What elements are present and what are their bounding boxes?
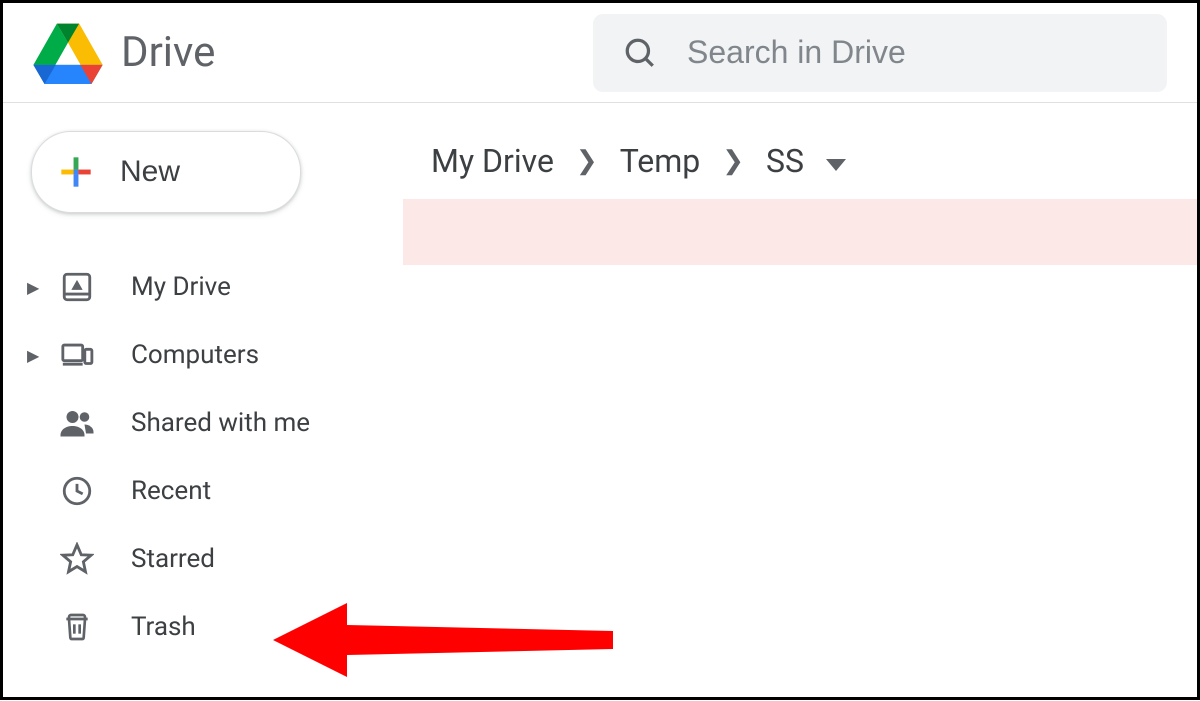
content: New ▶ My Drive ▶ <box>3 103 1197 697</box>
drive-logo-icon <box>33 22 103 84</box>
expand-arrow-icon[interactable]: ▶ <box>27 278 45 297</box>
nav-list: ▶ My Drive ▶ <box>21 253 385 661</box>
breadcrumb-item-current[interactable]: SS <box>766 142 804 180</box>
new-button[interactable]: New <box>31 131 301 213</box>
sidebar-item-starred[interactable]: Starred <box>21 525 385 593</box>
chevron-right-icon: ❯ <box>576 146 598 176</box>
sidebar-item-trash[interactable]: Trash <box>21 593 385 661</box>
header: Drive <box>3 3 1197 103</box>
app-title: Drive <box>121 28 215 77</box>
star-icon <box>59 541 95 577</box>
recent-icon <box>59 473 95 509</box>
breadcrumb-item-root[interactable]: My Drive <box>431 142 554 180</box>
sidebar-item-my-drive[interactable]: ▶ My Drive <box>21 253 385 321</box>
nav-label: Trash <box>131 612 196 642</box>
chevron-right-icon: ❯ <box>722 146 744 176</box>
sidebar-item-recent[interactable]: Recent <box>21 457 385 525</box>
search-input[interactable] <box>687 34 1137 71</box>
computers-icon <box>59 337 95 373</box>
nav-label: Starred <box>131 544 215 574</box>
main-area: My Drive ❯ Temp ❯ SS <box>403 103 1197 697</box>
nav-label: Shared with me <box>131 408 310 438</box>
highlight-strip <box>403 199 1197 265</box>
logo-section[interactable]: Drive <box>33 22 593 84</box>
plus-icon <box>54 150 98 194</box>
nav-label: My Drive <box>131 272 231 302</box>
my-drive-icon <box>59 269 95 305</box>
nav-label: Recent <box>131 476 211 506</box>
search-icon <box>623 36 657 70</box>
breadcrumb: My Drive ❯ Temp ❯ SS <box>403 131 1197 191</box>
shared-icon <box>59 405 95 441</box>
nav-label: Computers <box>131 340 259 370</box>
sidebar: New ▶ My Drive ▶ <box>3 103 403 697</box>
caret-down-icon[interactable] <box>826 142 846 180</box>
new-button-label: New <box>120 155 180 189</box>
trash-icon <box>59 609 95 645</box>
breadcrumb-item-folder[interactable]: Temp <box>620 142 701 180</box>
sidebar-item-shared[interactable]: Shared with me <box>21 389 385 457</box>
expand-arrow-icon[interactable]: ▶ <box>27 346 45 365</box>
sidebar-item-computers[interactable]: ▶ Computers <box>21 321 385 389</box>
search-bar[interactable] <box>593 14 1167 92</box>
